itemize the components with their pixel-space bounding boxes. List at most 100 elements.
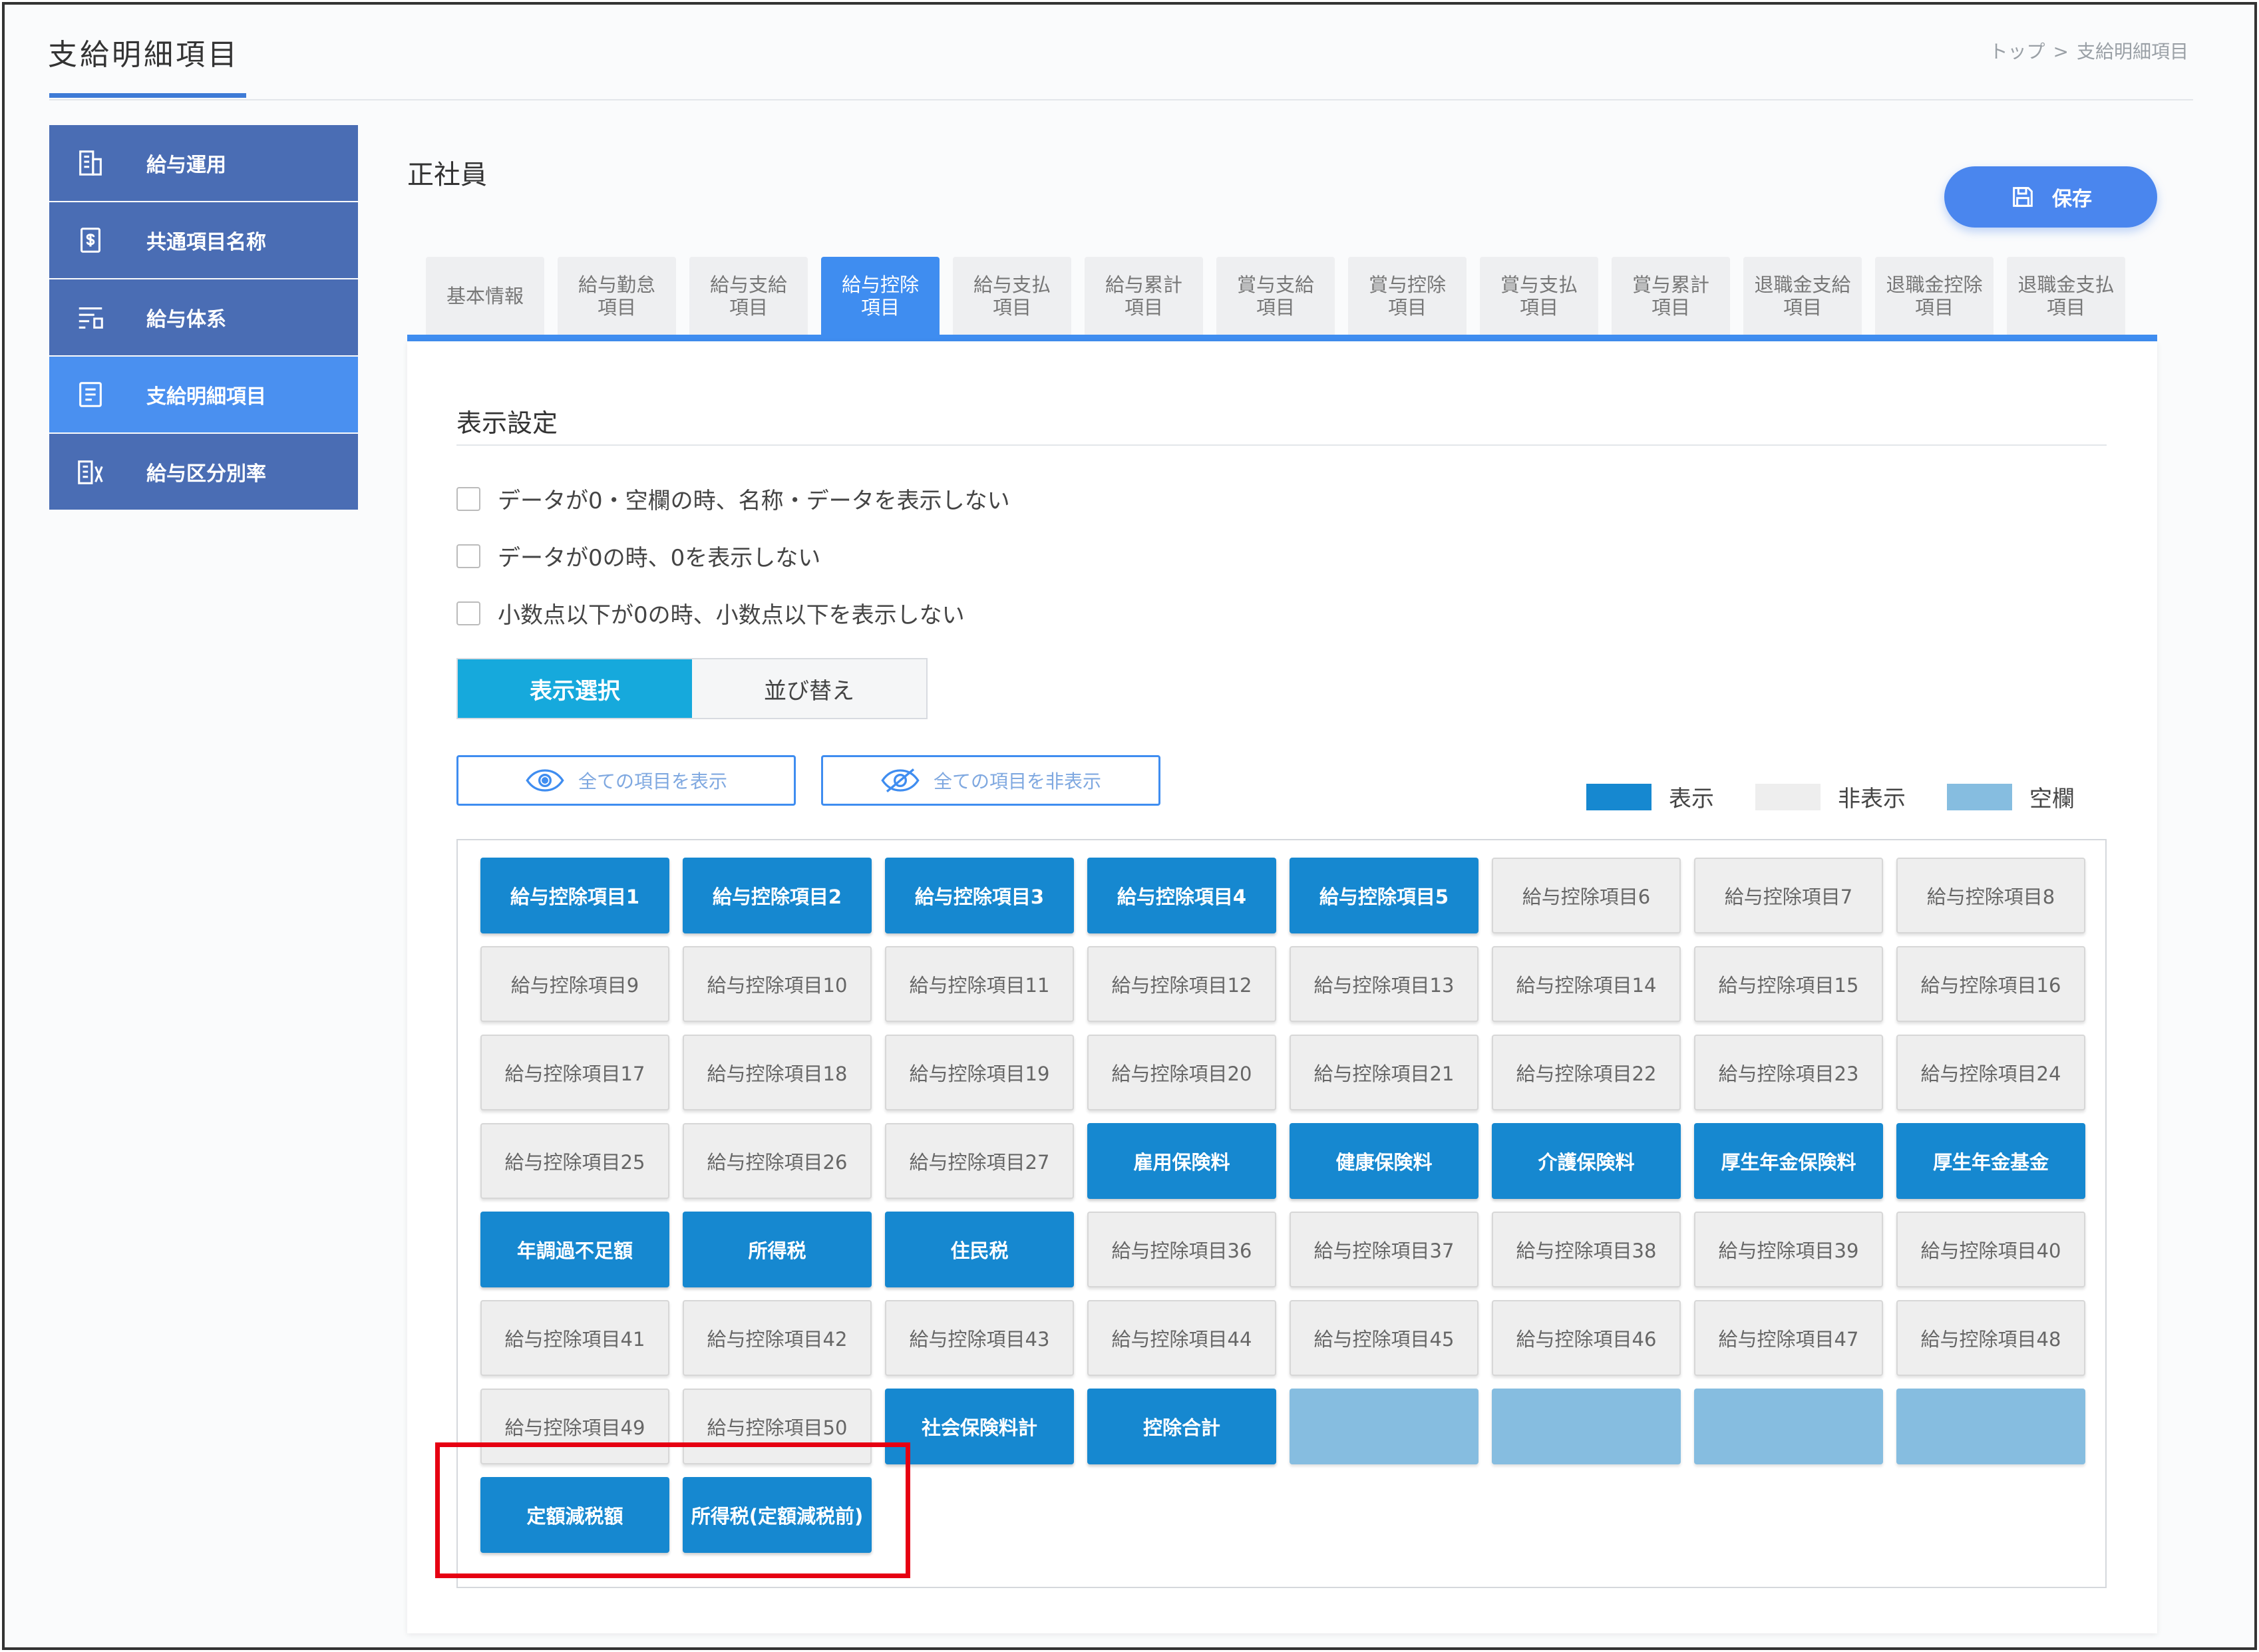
deduction-item[interactable]: 介護保険料 (1492, 1123, 1681, 1199)
tab-label: 給与支給 (709, 273, 787, 296)
blank-cell[interactable] (1290, 1389, 1478, 1464)
deduction-item[interactable]: 給与控除項目36 (1087, 1212, 1276, 1287)
tab-label: 給与勤怠 (578, 273, 655, 296)
deduction-item[interactable]: 給与控除項目44 (1087, 1300, 1276, 1376)
sidebar-item-label: 共通項目名称 (146, 231, 266, 254)
display-select-tab[interactable]: 表示選択 (458, 659, 692, 718)
deduction-item[interactable]: 給与控除項目39 (1694, 1212, 1883, 1287)
tab-retirement-disbursement[interactable]: 退職金支払 項目 (2007, 257, 2125, 335)
show-all-label: 全ての項目を表示 (578, 770, 727, 792)
tab-payroll-disbursement[interactable]: 給与支払 項目 (953, 257, 1071, 335)
deduction-item[interactable]: 給与控除項目10 (683, 946, 872, 1022)
deduction-item[interactable]: 給与控除項目25 (480, 1123, 669, 1199)
deduction-item[interactable]: 給与控除項目48 (1896, 1300, 2085, 1376)
deduction-item[interactable]: 給与控除項目17 (480, 1035, 669, 1110)
sidebar-item-statement-items[interactable]: 支給明細項目 (49, 357, 358, 432)
blank-cell[interactable] (1896, 1389, 2085, 1464)
deduction-item[interactable]: 給与控除項目37 (1290, 1212, 1478, 1287)
sidebar-item-payroll-operation[interactable]: 給与運用 (49, 125, 358, 201)
deduction-item[interactable]: 給与控除項目21 (1290, 1035, 1478, 1110)
deduction-item[interactable]: 給与控除項目22 (1492, 1035, 1681, 1110)
tab-bonus-deduction[interactable]: 賞与控除 項目 (1348, 257, 1467, 335)
tab-payroll-deduction[interactable]: 給与控除 項目 (821, 257, 940, 335)
checkbox[interactable] (456, 544, 480, 568)
hide-all-label: 全ての項目を非表示 (933, 770, 1101, 792)
tab-retirement-payment[interactable]: 退職金支給 項目 (1743, 257, 1862, 335)
tab-payroll-cumulative[interactable]: 給与累計 項目 (1085, 257, 1203, 335)
deduction-item[interactable]: 給与控除項目20 (1087, 1035, 1276, 1110)
deduction-item[interactable]: 給与控除項目24 (1896, 1035, 2085, 1110)
deduction-item[interactable]: 住民税 (885, 1212, 1074, 1287)
tab-payroll-attendance[interactable]: 給与勤怠 項目 (558, 257, 676, 335)
deduction-item[interactable]: 給与控除項目3 (885, 858, 1074, 933)
deduction-item[interactable]: 給与控除項目7 (1694, 858, 1883, 933)
tab-bonus-payment[interactable]: 賞与支給 項目 (1216, 257, 1335, 335)
checkbox[interactable] (456, 601, 480, 625)
tab-bonus-disbursement[interactable]: 賞与支払 項目 (1480, 257, 1598, 335)
breadcrumb-home-link[interactable]: トップ (1990, 41, 2045, 63)
deduction-item[interactable]: 給与控除項目2 (683, 858, 872, 933)
deduction-item[interactable]: 給与控除項目41 (480, 1300, 669, 1376)
deduction-item[interactable]: 給与控除項目11 (885, 946, 1074, 1022)
option-label: 小数点以下が0の時、小数点以下を表示しない (498, 602, 965, 629)
deduction-item[interactable]: 給与控除項目23 (1694, 1035, 1883, 1110)
deduction-item[interactable]: 健康保険料 (1290, 1123, 1478, 1199)
deduction-item[interactable]: 給与控除項目12 (1087, 946, 1276, 1022)
deduction-item[interactable]: 給与控除項目38 (1492, 1212, 1681, 1287)
sidebar-item-label: 給与運用 (146, 154, 226, 177)
deduction-item[interactable]: 給与控除項目43 (885, 1300, 1074, 1376)
blank-cell[interactable] (1694, 1389, 1883, 1464)
tab-label: 項目 (1519, 296, 1558, 319)
deduction-item[interactable]: 給与控除項目45 (1290, 1300, 1478, 1376)
statement-icon (75, 378, 106, 411)
tab-retirement-deduction[interactable]: 退職金控除 項目 (1875, 257, 1994, 335)
deduction-item[interactable]: 控除合計 (1087, 1389, 1276, 1464)
deduction-item[interactable]: 給与控除項目19 (885, 1035, 1074, 1110)
deduction-item[interactable]: 所得税 (683, 1212, 872, 1287)
tab-basic-info[interactable]: 基本情報 (426, 257, 544, 335)
deduction-item[interactable]: 給与控除項目1 (480, 858, 669, 933)
deduction-item[interactable]: 給与控除項目47 (1694, 1300, 1883, 1376)
deduction-item[interactable]: 社会保険料計 (885, 1389, 1074, 1464)
sort-tab[interactable]: 並び替え (692, 659, 926, 718)
sidebar-item-category-rates[interactable]: 給与区分別率 (49, 434, 358, 510)
save-label: 保存 (2052, 188, 2092, 211)
deduction-item[interactable]: 給与控除項目46 (1492, 1300, 1681, 1376)
deduction-item[interactable]: 雇用保険料 (1087, 1123, 1276, 1199)
save-button[interactable]: 保存 (1944, 166, 2157, 228)
deduction-item[interactable]: 給与控除項目16 (1896, 946, 2085, 1022)
deduction-item[interactable]: 給与控除項目13 (1290, 946, 1478, 1022)
deduction-item[interactable]: 厚生年金保険料 (1694, 1123, 1883, 1199)
deduction-item[interactable]: 給与控除項目9 (480, 946, 669, 1022)
option-label: データが0の時、0を表示しない (498, 545, 821, 572)
deduction-item[interactable]: 給与控除項目40 (1896, 1212, 2085, 1287)
deduction-item[interactable]: 給与控除項目5 (1290, 858, 1478, 933)
checkbox[interactable] (456, 486, 480, 511)
deduction-item[interactable]: 年調過不足額 (480, 1212, 669, 1287)
show-all-button[interactable]: 全ての項目を表示 (456, 755, 796, 806)
deduction-item[interactable]: 給与控除項目6 (1492, 858, 1681, 933)
deduction-item[interactable]: 給与控除項目15 (1694, 946, 1883, 1022)
blank-cell[interactable] (1492, 1389, 1681, 1464)
tab-bonus-cumulative[interactable]: 賞与累計 項目 (1612, 257, 1730, 335)
sidebar-item-payroll-structure[interactable]: 給与体系 (49, 279, 358, 355)
deduction-item[interactable]: 給与控除項目27 (885, 1123, 1074, 1199)
deduction-item[interactable]: 給与控除項目4 (1087, 858, 1276, 933)
option-hide-zero-or-blank: データが0・空欄の時、名称・データを表示しない (456, 482, 1010, 515)
mode-toggle: 表示選択 並び替え (456, 658, 928, 719)
deduction-item[interactable]: 厚生年金基金 (1896, 1123, 2085, 1199)
deduction-item[interactable]: 給与控除項目42 (683, 1300, 872, 1376)
deduction-item[interactable]: 給与控除項目8 (1896, 858, 2085, 933)
sidebar-item-label: 支給明細項目 (146, 385, 266, 409)
deduction-item[interactable]: 給与控除項目26 (683, 1123, 872, 1199)
option-hide-zero: データが0の時、0を表示しない (456, 540, 820, 572)
hide-all-button[interactable]: 全ての項目を非表示 (821, 755, 1160, 806)
sidebar-item-common-names[interactable]: 共通項目名称 (49, 202, 358, 278)
rate-building-icon (75, 455, 106, 488)
breadcrumb: トップ > 支給明細項目 (1986, 37, 2193, 64)
tab-label: 項目 (1783, 296, 1822, 319)
tab-payroll-payment[interactable]: 給与支給 項目 (689, 257, 808, 335)
deduction-item[interactable]: 給与控除項目18 (683, 1035, 872, 1110)
breadcrumb-current: 支給明細項目 (2076, 41, 2188, 63)
deduction-item[interactable]: 給与控除項目14 (1492, 946, 1681, 1022)
